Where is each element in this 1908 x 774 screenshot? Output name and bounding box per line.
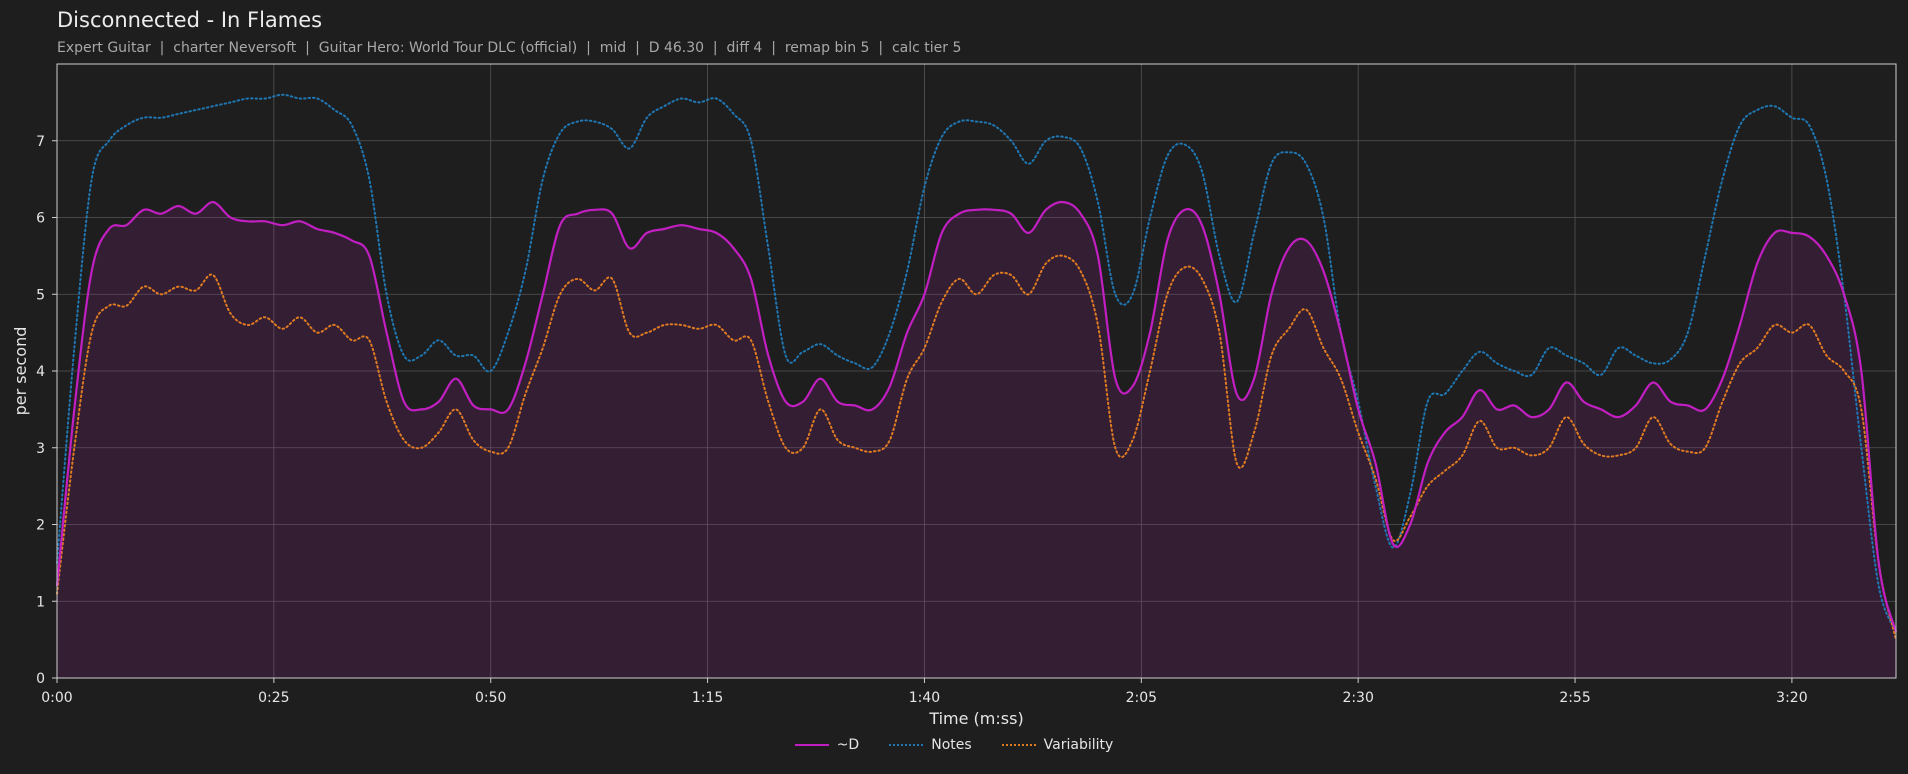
x-tick-label: 2:05 (1126, 690, 1157, 706)
x-tick-label: 3:20 (1776, 690, 1807, 706)
y-tick-label: 4 (36, 364, 45, 380)
y-tick-label: 6 (36, 211, 45, 227)
x-tick-label: 1:15 (692, 690, 723, 706)
line-chart: 0:00 0:25 0:50 1:15 1:40 2:05 2:30 2:55 3:20 0 1 2 3… (11, 63, 1898, 728)
x-tick-label: 1:40 (909, 690, 940, 706)
x-tick-label: 0:50 (475, 690, 506, 706)
x-tick-label: 0:00 (41, 690, 72, 706)
y-tick-label: 3 (36, 441, 45, 457)
x-tick-label: 2:55 (1559, 690, 1590, 706)
x-axis-label: Time (m:ss) (928, 709, 1023, 728)
y-tick-label: 0 (36, 671, 45, 687)
legend-item-d: ~D (794, 737, 860, 753)
legend-label-notes: Notes (931, 737, 972, 753)
y-axis-label: per second (11, 327, 30, 416)
legend-label-variability: Variability (1043, 737, 1114, 753)
legend: ~D Notes Variability (0, 737, 1908, 753)
legend-label-d: ~D (836, 737, 860, 753)
legend-item-notes: Notes (889, 737, 972, 753)
y-tick-label: 7 (36, 134, 45, 150)
y-tick-label: 5 (36, 287, 45, 303)
x-tick-label: 0:25 (258, 690, 289, 706)
legend-item-variability: Variability (1001, 737, 1114, 753)
legend-swatch-notes (889, 744, 924, 746)
y-tick-label: 1 (36, 594, 45, 610)
y-tick-label: 2 (36, 518, 45, 534)
x-tick-label: 2:30 (1342, 690, 1373, 706)
legend-swatch-variability (1001, 744, 1036, 746)
legend-swatch-d (794, 744, 829, 746)
